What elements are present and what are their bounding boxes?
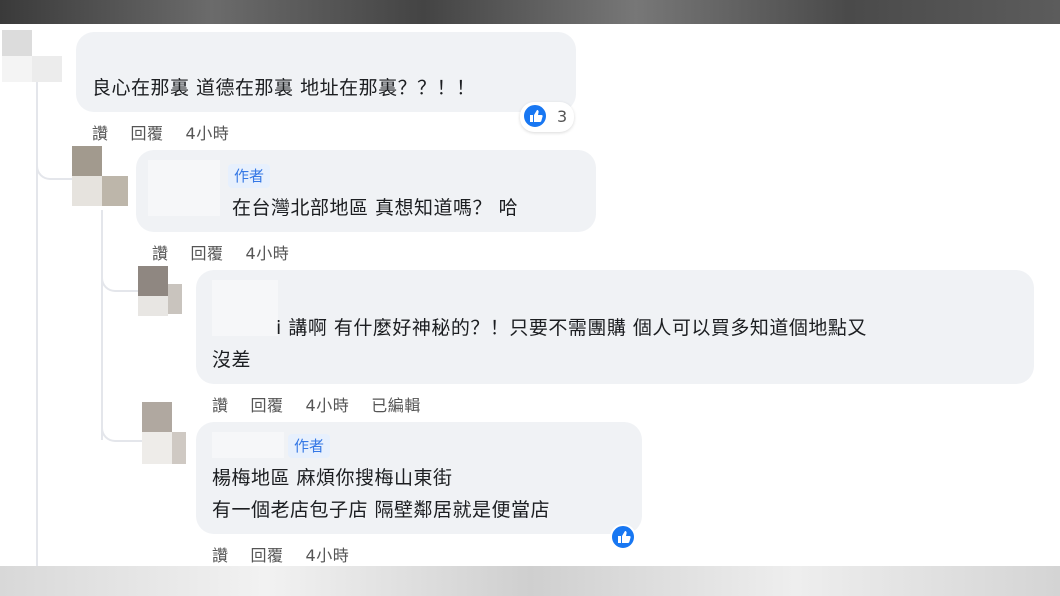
comment-text: 在台灣北部地區 真想知道嗎？ 哈 [232, 197, 519, 219]
reply-button[interactable]: 回覆 [131, 120, 164, 144]
like-button[interactable]: 讚 [212, 392, 229, 416]
thread-line-sub [101, 210, 103, 440]
comment-text-line: i 講啊 有什麼好神秘的？！只要不需團購 個人可以買多知道個地點又 [276, 317, 867, 339]
avatar-pixelated[interactable] [136, 266, 186, 318]
like-button[interactable]: 讚 [152, 240, 169, 264]
reply-button[interactable]: 回覆 [251, 542, 284, 566]
avatar-pixelated[interactable] [0, 26, 66, 86]
thumbs-up-icon[interactable] [610, 524, 636, 550]
redacted-name [148, 160, 220, 216]
comment-text-line: 沒差 [212, 349, 252, 371]
timestamp[interactable]: 4小時 [306, 392, 350, 416]
comment-bubble [76, 32, 576, 112]
thread-line-main [36, 60, 38, 566]
timestamp[interactable]: 4小時 [306, 542, 350, 566]
like-button[interactable]: 讚 [212, 542, 229, 566]
avatar-pixelated[interactable] [140, 402, 190, 466]
comment-actions: 讚 回覆 4小時 [152, 240, 289, 264]
avatar-pixelated[interactable] [70, 146, 128, 208]
redacted-name [212, 432, 284, 458]
timestamp[interactable]: 4小時 [186, 120, 230, 144]
author-badge: 作者 [288, 434, 331, 458]
comment-actions: 讚 回覆 4小時 已編輯 [212, 392, 421, 416]
blurred-top-band [0, 0, 1060, 24]
comment-text-line: 有一個老店包子店 隔壁鄰居就是便當店 [212, 499, 551, 521]
comment-actions: 讚 回覆 4小時 [212, 542, 349, 566]
thread-connector-3 [101, 412, 145, 442]
reply-button[interactable]: 回覆 [251, 392, 284, 416]
thread-connector-2 [101, 262, 141, 292]
reply-button[interactable]: 回覆 [191, 240, 224, 264]
comment-text-line: 楊梅地區 麻煩你搜梅山東街 [212, 467, 453, 489]
like-button[interactable]: 讚 [92, 120, 109, 144]
blurred-bottom-band [0, 566, 1060, 596]
redacted-name [212, 280, 278, 336]
comment-actions: 讚 回覆 4小時 [92, 120, 229, 144]
thumbs-up-icon [522, 103, 548, 129]
edited-label: 已編輯 [371, 396, 421, 415]
author-badge: 作者 [228, 164, 271, 188]
timestamp[interactable]: 4小時 [246, 240, 290, 264]
comment-text: 良心在那裏 道德在那裏 地址在那裏？？！！ [92, 77, 476, 99]
reaction-count: 3 [557, 107, 568, 126]
